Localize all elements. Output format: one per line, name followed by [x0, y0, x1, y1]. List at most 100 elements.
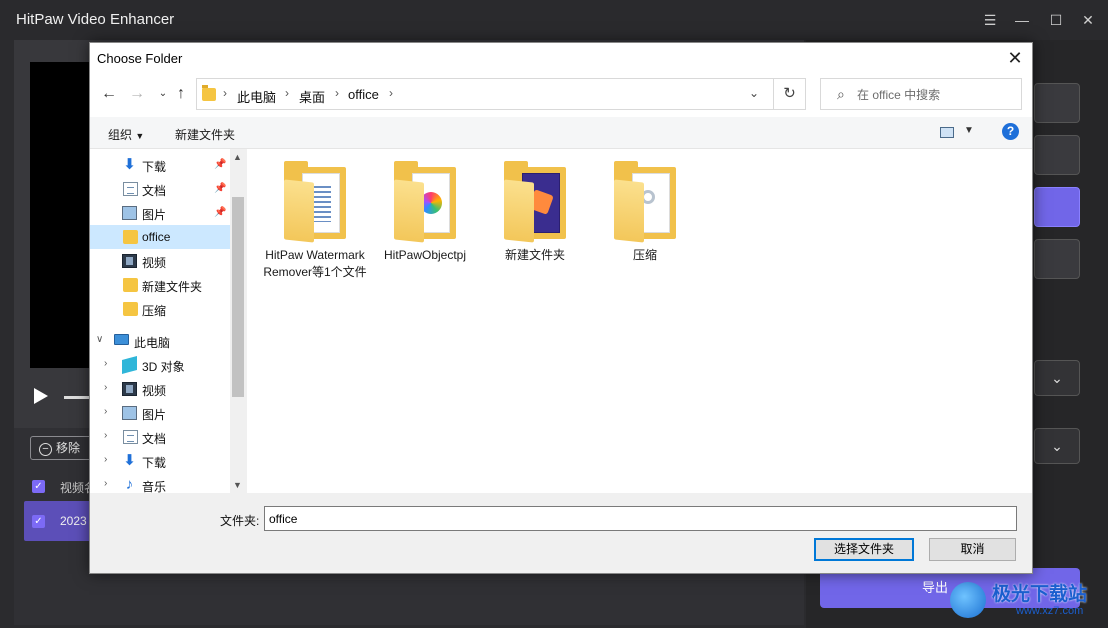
close-icon[interactable]: ✕	[1078, 10, 1098, 30]
view-options-icon[interactable]	[940, 127, 954, 138]
picture-icon	[122, 206, 137, 220]
select-all-checkbox[interactable]: ✓	[32, 480, 45, 493]
dialog-title: Choose Folder	[97, 51, 183, 66]
watermark-name: 极光下载站	[992, 584, 1088, 605]
sidebar-item-videos[interactable]: 视频	[90, 249, 230, 273]
sidebar-item-label: 文档	[142, 432, 167, 446]
folder-icon	[390, 159, 460, 243]
minus-icon: −	[39, 443, 52, 456]
sidebar-item-office[interactable]: office	[90, 225, 230, 249]
scroll-up-icon[interactable]: ▲	[233, 152, 242, 162]
search-box[interactable]: ⌕	[820, 78, 1022, 110]
chevron-right-icon[interactable]: ›	[104, 358, 107, 369]
chevron-right-icon[interactable]: ›	[104, 406, 107, 417]
chevron-right-icon[interactable]: ›	[104, 454, 107, 465]
sidebar-item-pictures[interactable]: 图片 📌	[90, 201, 230, 225]
select-folder-button[interactable]: 选择文件夹	[814, 538, 914, 561]
dialog-toolbar: 组织 ▼ 新建文件夹 ▼ ?	[90, 117, 1032, 149]
nav-scrollbar[interactable]: ▲ ▼	[230, 149, 246, 493]
folder-field-label: 文件夹:	[220, 514, 260, 528]
folder-icon	[202, 85, 216, 101]
sidebar-item-pc-pictures[interactable]: › 图片	[90, 401, 230, 425]
breadcrumb-office[interactable]: office	[348, 87, 379, 102]
video-row-name: 2023	[60, 514, 87, 528]
up-arrow-icon[interactable]: ↑	[170, 83, 192, 105]
chevron-down-icon[interactable]: ⌄	[749, 86, 759, 100]
folder-item[interactable]: HitPaw Watermark Remover等1个文件	[263, 159, 367, 281]
organize-label: 组织	[108, 128, 133, 142]
scrollbar-thumb[interactable]	[232, 197, 244, 397]
sidebar-item-downloads[interactable]: ⬇ 下载 📌	[90, 153, 230, 177]
address-bar[interactable]: › 此电脑 › 桌面 › office › ⌄	[196, 78, 774, 110]
model-option-selected[interactable]	[1034, 187, 1080, 227]
scroll-down-icon[interactable]: ▼	[233, 480, 242, 490]
chevron-right-icon[interactable]: ›	[285, 86, 289, 100]
play-icon[interactable]	[34, 388, 48, 404]
folder-name-field[interactable]	[264, 506, 1017, 531]
sidebar-item-label: 图片	[142, 408, 167, 422]
sidebar-item-label: 图片	[142, 208, 167, 222]
folder-icon	[280, 159, 350, 243]
dialog-titlebar: Choose Folder ✕	[90, 43, 1032, 73]
sidebar-item-pc-documents[interactable]: › 文档	[90, 425, 230, 449]
model-option[interactable]	[1034, 239, 1080, 279]
choose-folder-dialog: Choose Folder ✕ ← → ⌄ ↑ › 此电脑 › 桌面 › off…	[89, 42, 1033, 574]
new-folder-button[interactable]: 新建文件夹	[175, 126, 235, 143]
caret-down-icon: ▼	[135, 131, 145, 141]
watermark: 极光下载站 www.xz7.com	[946, 576, 1106, 626]
sidebar-item-documents[interactable]: 文档 📌	[90, 177, 230, 201]
chevron-right-icon[interactable]: ›	[104, 382, 107, 393]
chevron-down-icon[interactable]: ∨	[96, 334, 103, 345]
download-icon: ⬇	[123, 156, 136, 173]
sidebar-item-new-folder[interactable]: 新建文件夹	[90, 273, 230, 297]
video-icon	[122, 382, 137, 396]
sidebar-item-pc-videos[interactable]: › 视频	[90, 377, 230, 401]
search-input[interactable]	[857, 86, 1007, 104]
breadcrumb-desktop[interactable]: 桌面	[299, 87, 325, 106]
model-option[interactable]	[1034, 83, 1080, 123]
close-icon[interactable]: ✕	[1004, 47, 1026, 69]
breadcrumb-this-pc[interactable]: 此电脑	[237, 87, 276, 106]
sidebar-item-compress[interactable]: 压缩	[90, 297, 230, 321]
sidebar-item-label: 下载	[142, 160, 167, 174]
sidebar-item-music[interactable]: › ♪ 音乐	[90, 473, 230, 493]
help-icon[interactable]: ?	[1002, 123, 1019, 140]
sidebar-item-pc-downloads[interactable]: › ⬇ 下载	[90, 449, 230, 473]
maximize-icon[interactable]: ☐	[1046, 10, 1066, 30]
sidebar-item-this-pc[interactable]: ∨ 此电脑	[90, 329, 230, 353]
chevron-right-icon[interactable]: ›	[335, 86, 339, 100]
navigation-bar: ← → ⌄ ↑ › 此电脑 › 桌面 › office › ⌄ ↻ ⌕	[90, 73, 1032, 117]
document-icon	[123, 182, 138, 196]
minimize-icon[interactable]: —	[1012, 10, 1032, 30]
folder-item[interactable]: 新建文件夹	[483, 159, 587, 264]
format-select[interactable]: ⌄	[1034, 428, 1080, 464]
menu-icon[interactable]: ☰	[980, 10, 1000, 30]
chevron-right-icon[interactable]: ›	[223, 86, 227, 100]
chevron-right-icon[interactable]: ›	[104, 478, 107, 489]
folder-item[interactable]: 压缩	[593, 159, 697, 264]
download-icon: ⬇	[123, 452, 136, 469]
back-arrow-icon[interactable]: ←	[98, 83, 120, 105]
forward-arrow-icon[interactable]: →	[126, 83, 148, 105]
sidebar-item-3d-objects[interactable]: › 3D 对象	[90, 353, 230, 377]
folder-name: HitPawObjectpj	[383, 248, 467, 262]
folder-item[interactable]: HitPawObjectpj	[373, 159, 477, 264]
remove-button-label: 移除	[56, 441, 81, 455]
sidebar-item-label: 文档	[142, 184, 167, 198]
refresh-icon[interactable]: ↻	[774, 78, 806, 110]
row-checkbox[interactable]: ✓	[32, 515, 45, 528]
model-option[interactable]	[1034, 135, 1080, 175]
folder-name: 新建文件夹	[504, 248, 565, 262]
sidebar-item-label: 下载	[142, 456, 167, 470]
chevron-right-icon[interactable]: ›	[104, 430, 107, 441]
seek-bar[interactable]	[64, 396, 90, 399]
folder-icon	[610, 159, 680, 243]
resolution-select[interactable]: ⌄	[1034, 360, 1080, 396]
pin-icon: 📌	[214, 159, 227, 170]
cancel-button[interactable]: 取消	[929, 538, 1016, 561]
sidebar-item-label: 此电脑	[134, 336, 171, 350]
caret-down-icon[interactable]: ▼	[964, 125, 974, 136]
chevron-right-icon[interactable]: ›	[389, 86, 393, 100]
organize-menu[interactable]: 组织 ▼	[108, 126, 144, 143]
folder-name: 压缩	[632, 248, 657, 262]
